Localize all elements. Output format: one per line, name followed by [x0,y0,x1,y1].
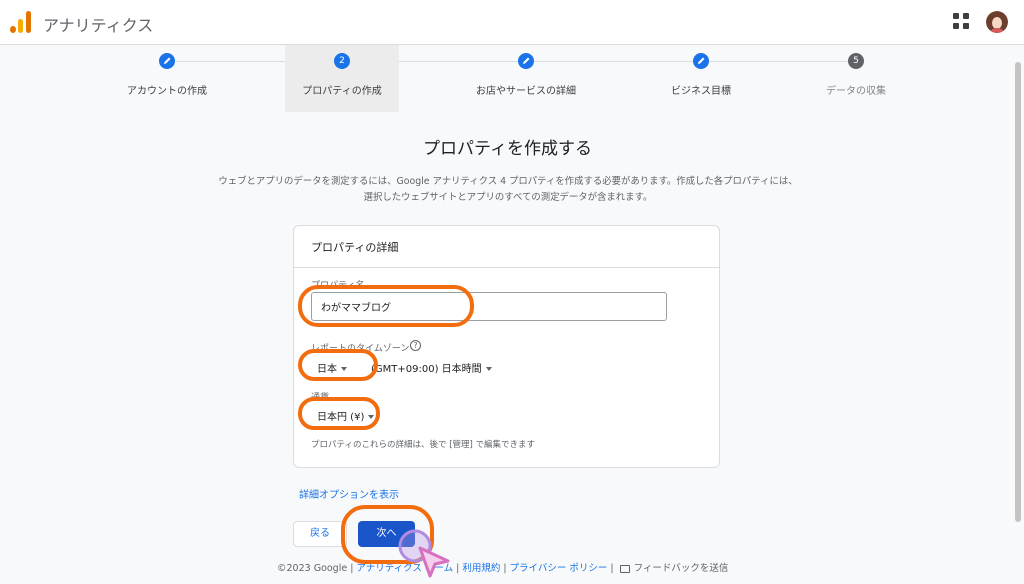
timezone-label: レポートのタイムゾーン [311,344,410,354]
footer: ©2023 Google | アナリティクス ホーム | 利用規約 | プライバシー ポリシ… [277,563,729,574]
top-app-bar: アナリティクス [0,0,1024,45]
step-property-creation: 2 プロパティの作成 [285,45,399,112]
edit-later-hint: プロパティのこれらの詳細は、後で [管理] で編集できます [311,440,536,450]
page-description: ウェブとアプリのデータを測定するには、Google アナリティクス 4 プロパテ… [218,176,798,203]
privacy-link[interactable]: プライバシー ポリシー [510,563,608,574]
step-data-collection: 5 データの収集 [786,45,926,112]
chevron-down-icon [485,367,492,371]
timezone-country-select[interactable]: 日本 [317,360,347,375]
back-button[interactable]: 戻る [293,521,347,547]
help-icon[interactable]: ? [410,340,421,351]
property-name-label: プロパティ名 [311,281,365,291]
step-account-creation: アカウントの作成 [97,45,237,112]
currency-value: 日本円 (¥) [317,412,365,423]
step-business-goals: ビジネス目標 [631,45,771,112]
user-avatar[interactable] [986,11,1008,33]
app-title: アナリティクス [43,16,154,35]
chevron-down-icon [341,367,347,371]
advanced-options-link[interactable]: 詳細オプションを表示 [299,486,399,501]
edit-pencil-icon [693,53,709,69]
card-title: プロパティの詳細 [311,241,399,254]
copyright-text: ©2023 Google [277,563,348,574]
analytics-home-link[interactable]: アナリティクス ホーム [356,563,453,574]
edit-pencil-icon [518,53,534,69]
timezone-country-value: 日本 [317,364,337,375]
feedback-icon [619,564,630,573]
card-header: プロパティの詳細 [294,226,719,268]
step-label: データの収集 [826,86,886,97]
next-button[interactable]: 次へ [358,521,415,547]
feedback-link[interactable]: フィードバックを送信 [634,563,729,574]
step-label: お店やサービスの詳細 [476,86,576,97]
currency-select[interactable]: 日本円 (¥) [317,408,375,423]
step-label: アカウントの作成 [127,86,207,97]
property-name-input[interactable] [311,292,667,321]
page-scrollbar[interactable] [1015,62,1021,522]
page-title: プロパティを作成する [423,139,592,159]
step-number-badge: 2 [334,53,350,69]
property-details-card: プロパティの詳細 プロパティ名 レポートのタイムゾーン ? 日本 (GMT+09… [293,225,720,468]
step-label: プロパティの作成 [302,86,382,97]
analytics-logo-icon[interactable] [10,11,32,33]
step-number-badge: 5 [848,53,864,69]
timezone-select[interactable]: (GMT+09:00) 日本時間 [371,360,492,375]
apps-grid-icon[interactable] [953,13,971,31]
step-business-details: お店やサービスの詳細 [456,45,596,112]
timezone-value: (GMT+09:00) 日本時間 [371,364,482,375]
currency-label: 通貨 [311,393,330,403]
chevron-down-icon [368,415,375,419]
terms-link[interactable]: 利用規約 [462,563,500,574]
step-label: ビジネス目標 [671,86,731,97]
edit-pencil-icon [159,53,175,69]
